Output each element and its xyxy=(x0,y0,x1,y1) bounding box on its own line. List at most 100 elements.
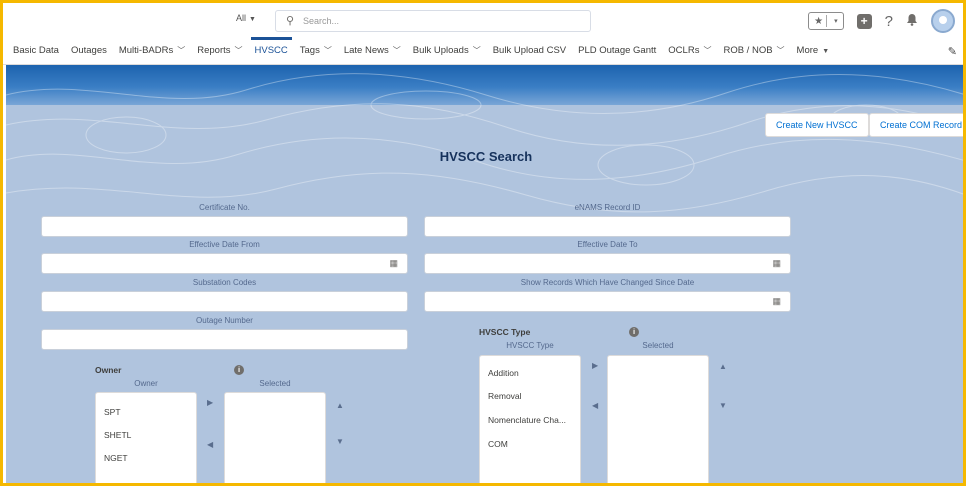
chevron-down-icon: ▾ xyxy=(834,18,838,25)
chevron-down-icon[interactable]: ﹀ xyxy=(777,46,785,55)
topographic-pattern xyxy=(6,73,963,213)
outage-number-label: Outage Number xyxy=(196,316,253,325)
move-down-icon[interactable]: ▼ xyxy=(719,401,727,410)
bell-icon[interactable] xyxy=(906,13,918,29)
owner-available-list[interactable]: SPT SHETL NGET xyxy=(95,392,197,483)
nav-label: Multi-BADRs xyxy=(118,44,174,56)
search-scope-dropdown[interactable]: All ▼ xyxy=(236,13,256,23)
favorites-button[interactable]: ★ ▾ xyxy=(808,12,844,30)
nav-item-bulk-uploads[interactable]: Bulk Uploads ﹀ xyxy=(413,37,481,65)
nav-item-pld-outage-gantt[interactable]: PLD Outage Gantt xyxy=(578,37,656,65)
effective-date-from-field[interactable]: ▦ xyxy=(41,253,408,274)
effective-date-to-field[interactable]: ▦ xyxy=(424,253,791,274)
nav-label: HVSCC xyxy=(254,44,288,56)
list-item[interactable]: Addition xyxy=(488,368,519,378)
caret-down-icon: ▼ xyxy=(249,16,256,23)
app-window: All ▼ ⚲ Search... ★ ▾ + ? Basic Data Outag… xyxy=(0,0,966,486)
page-title: HVSCC Search xyxy=(439,149,533,164)
certificate-no-field[interactable] xyxy=(41,216,408,237)
changed-since-date-label: Show Records Which Have Changed Since Da… xyxy=(520,278,695,287)
hvscc-type-selected-list[interactable] xyxy=(607,355,709,483)
hvscc-type-label: HVSCC Type xyxy=(479,327,531,337)
main-content: Create New HVSCC Create COM Record HVSCC… xyxy=(6,65,963,483)
nav-item-tags[interactable]: Tags ﹀ xyxy=(300,37,332,65)
list-item[interactable]: Nomenclature Cha... xyxy=(488,415,566,425)
caret-down-icon: ▼ xyxy=(822,47,830,55)
owner-selected-label: Selected xyxy=(259,379,291,388)
nav-label: Basic Data xyxy=(13,44,59,56)
move-left-icon[interactable]: ◀ xyxy=(592,401,598,410)
hvscc-type-available-label: HVSCC Type xyxy=(506,341,554,350)
owner-label: Owner xyxy=(95,365,122,375)
nav-label: ROB / NOB xyxy=(723,44,773,56)
owner-available-label: Owner xyxy=(134,379,158,388)
substation-codes-field[interactable] xyxy=(41,291,408,312)
calendar-icon[interactable]: ▦ xyxy=(772,296,781,307)
nav-item-oclrs[interactable]: OCLRs ﹀ xyxy=(668,37,711,65)
list-item[interactable]: Removal xyxy=(488,391,522,401)
global-header: All ▼ ⚲ Search... ★ ▾ + ? xyxy=(3,3,963,37)
calendar-icon[interactable]: ▦ xyxy=(772,258,781,269)
nav-label: Outages xyxy=(70,44,107,56)
nav-label: Tags xyxy=(299,44,320,56)
nav-item-hvscc[interactable]: HVSCC xyxy=(250,36,293,65)
effective-date-from-label: Effective Date From xyxy=(189,240,260,249)
global-search-input[interactable]: ⚲ Search... xyxy=(275,10,591,32)
move-left-icon[interactable]: ◀ xyxy=(207,440,213,449)
certificate-no-label: Certificate No. xyxy=(199,203,250,212)
calendar-icon[interactable]: ▦ xyxy=(389,258,398,269)
help-icon[interactable]: ? xyxy=(885,13,893,30)
chevron-down-icon[interactable]: ﹀ xyxy=(235,46,243,55)
star-icon: ★ xyxy=(814,15,824,27)
chevron-down-icon[interactable]: ﹀ xyxy=(703,46,711,55)
chevron-down-icon[interactable]: ﹀ xyxy=(177,46,185,55)
nav-item-more[interactable]: More ▼ xyxy=(797,37,830,65)
nav-item-multi-badrs[interactable]: Multi-BADRs ﹀ xyxy=(119,37,185,65)
move-down-icon[interactable]: ▼ xyxy=(336,437,344,446)
chevron-down-icon[interactable]: ﹀ xyxy=(393,46,401,55)
user-avatar[interactable] xyxy=(931,9,955,33)
nav-label: More xyxy=(796,44,819,56)
nav-label: Late News xyxy=(343,44,389,56)
create-new-hvscc-button[interactable]: Create New HVSCC xyxy=(765,113,869,137)
chevron-down-icon[interactable]: ﹀ xyxy=(473,46,481,55)
nav-label: PLD Outage Gantt xyxy=(578,44,657,56)
changed-since-date-field[interactable]: ▦ xyxy=(424,291,791,312)
app-nav-bar: Basic Data Outages Multi-BADRs ﹀ Reports ﹀… xyxy=(3,36,963,65)
nav-item-late-news[interactable]: Late News ﹀ xyxy=(344,37,401,65)
nav-item-reports[interactable]: Reports ﹀ xyxy=(197,37,242,65)
owner-selected-list[interactable] xyxy=(224,392,326,483)
create-com-record-button[interactable]: Create COM Record xyxy=(869,113,963,137)
nav-label: Reports xyxy=(197,44,231,56)
list-item[interactable]: SHETL xyxy=(104,430,131,440)
move-right-icon[interactable]: ▶ xyxy=(207,398,213,407)
nav-label: Bulk Upload CSV xyxy=(492,44,567,56)
chevron-down-icon[interactable]: ﹀ xyxy=(324,46,332,55)
hvscc-type-available-list[interactable]: Addition Removal Nomenclature Cha... COM xyxy=(479,355,581,483)
list-item[interactable]: COM xyxy=(488,439,508,449)
search-placeholder: Search... xyxy=(303,16,340,26)
move-up-icon[interactable]: ▲ xyxy=(719,362,727,371)
nav-label: Bulk Uploads xyxy=(412,44,469,56)
enams-record-id-label: eNAMS Record ID xyxy=(574,203,641,212)
move-right-icon[interactable]: ▶ xyxy=(592,361,598,370)
effective-date-to-label: Effective Date To xyxy=(577,240,638,249)
plus-icon[interactable]: + xyxy=(856,13,872,29)
pencil-icon[interactable]: ✎ xyxy=(948,45,957,58)
list-item[interactable]: SPT xyxy=(104,407,121,417)
nav-label: OCLRs xyxy=(668,44,700,56)
search-scope-label: All xyxy=(236,13,247,23)
nav-item-basic-data[interactable]: Basic Data xyxy=(13,37,59,65)
info-icon[interactable]: i xyxy=(629,327,639,337)
substation-codes-label: Substation Codes xyxy=(192,278,257,287)
list-item[interactable]: NGET xyxy=(104,453,128,463)
info-icon[interactable]: i xyxy=(234,365,244,375)
nav-item-outages[interactable]: Outages xyxy=(71,37,107,65)
header-icons: ★ ▾ + ? xyxy=(808,9,955,33)
enams-record-id-field[interactable] xyxy=(424,216,791,237)
nav-item-bulk-upload-csv[interactable]: Bulk Upload CSV xyxy=(493,37,566,65)
hvscc-type-selected-label: Selected xyxy=(642,341,674,350)
outage-number-field[interactable] xyxy=(41,329,408,350)
move-up-icon[interactable]: ▲ xyxy=(336,401,344,410)
nav-item-rob-nob[interactable]: ROB / NOB ﹀ xyxy=(723,37,784,65)
